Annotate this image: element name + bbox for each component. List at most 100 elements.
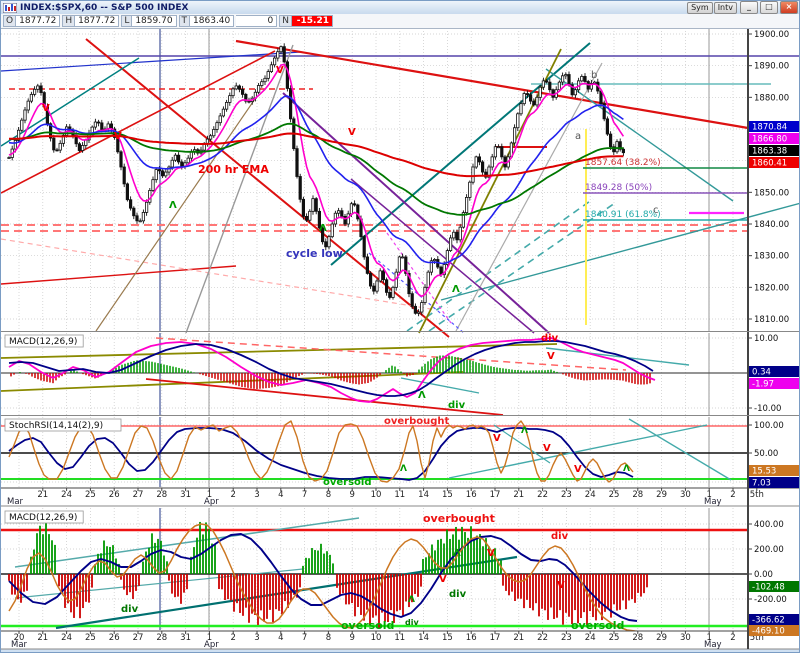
price-tag: 1863.38 [749,145,799,157]
quote-cell: T1863.40 [179,15,235,27]
annotation-text: V [543,443,551,454]
price-tag: 0.34 [749,366,799,378]
annotation-text: div [405,618,419,627]
y-axis-tick-label: 1850.00 [754,188,789,198]
annotation-text: oversold [571,619,624,632]
price-tag-value: 1863.38 [752,147,787,157]
x-axis-tick-label: 21 [513,633,524,643]
chart-canvas[interactable]: 1857.64 (38.2%) 1849.28 (50%) 1840.91 (61.… [1,1,800,653]
y-axis-tick-label: 50.00 [754,449,778,459]
x-axis-tick-label: 27 [133,490,144,500]
x-axis-tick-label: 8 [326,633,331,643]
x-axis-tick-label: 4 [278,490,283,500]
panel-label-text: MACD(12,26,9) [9,513,77,523]
x-axis-tick-label: 25 [609,633,620,643]
annotation-text: div [551,531,569,542]
price-tag: -102.48 [749,581,799,593]
price-tag-value: -366.62 [752,616,785,626]
indicator-panel-label: MACD(12,26,9) [5,335,83,347]
x-axis-tick-label: 28 [632,633,643,643]
y-axis-tick-label: 1880.00 [754,93,789,103]
quote-cell: N-15.21 [279,15,333,27]
x-axis-tick-label: 14 [418,633,429,643]
x-axis-tick-label: 28 [156,633,167,643]
price-tag: -469.10 [749,625,799,637]
quote-cell: H1877.72 [62,15,119,27]
y-axis-tick-label: -10.00 [754,404,781,414]
price-tag-value: 15.53 [752,467,776,477]
x-axis-tick-label: 24 [585,490,596,500]
x-axis-tick-label: 8 [326,490,331,500]
annotation-text: V [439,574,447,585]
x-axis-tick-label: 31 [180,490,191,500]
annotation-text: V [276,65,284,76]
x-axis-tick-label: 30 [680,633,691,643]
y-axis-tick-label: 1820.00 [754,283,789,293]
quote-field-label: O [3,15,16,27]
fib-level-label: 1849.28 (50%) [585,183,652,193]
price-tag: -366.62 [749,614,799,626]
x-axis-tick-label: 21 [37,633,48,643]
minimize-button[interactable]: _ [740,1,758,14]
panel-label-text: MACD(12,26,9) [9,337,77,347]
quote-field-label: N [279,15,292,27]
x-axis-tick-label: 29 [656,633,667,643]
x-axis-tick-label: 22 [537,633,548,643]
annotation-text: V [114,131,122,142]
interval-button[interactable]: Intv [714,2,737,14]
y-axis-tick-label: -200.00 [754,595,787,605]
annotation-text: div [121,604,139,615]
maximize-button[interactable]: □ [760,1,778,14]
x-axis-tick-label: 17 [490,633,501,643]
annotation-text: V [487,548,495,559]
annotation-text: a [575,131,581,142]
fib-level-label: 1840.91 (61.8%) [585,210,661,220]
x-axis-tick-label: 16 [466,490,477,500]
x-axis-month-label: May [704,640,722,650]
x-axis-tick-label: 28 [632,490,643,500]
x-axis-tick-label: 22 [537,490,548,500]
panel-label-text: StochRSI(14,14(2),9) [9,421,103,431]
annotation-text: V [42,103,50,114]
x-axis-tick-label: 11 [394,633,405,643]
y-axis-tick-label: 400.00 [754,520,784,530]
annotation-text: oversold [341,619,394,632]
price-tag-value: 7.03 [752,479,771,489]
annotation-text: V [348,127,356,138]
y-axis-tick-label: 1890.00 [754,62,789,72]
quote-field-label: L [121,15,132,27]
x-axis-tick-label: 10 [371,633,382,643]
annotation-text: Λ [418,390,426,401]
chart-window: 1857.64 (38.2%) 1849.28 (50%) 1840.91 (61.… [0,0,800,653]
price-tag: 15.53 [749,465,799,477]
quote-field-label: H [62,15,75,27]
annotation-text: Λ [408,595,415,605]
x-axis-tick-label: 21 [37,490,48,500]
window-bottom-strip [1,649,800,653]
price-tag-value: -102.48 [752,583,785,593]
x-axis-tick-label: 14 [418,490,429,500]
x-axis-tick-label: 10 [371,490,382,500]
y-axis-tick-label: 1830.00 [754,252,789,262]
quote-cell: 0 [236,15,277,27]
x-axis-month-label: Mar [7,497,24,507]
indicator-panel-label: StochRSI(14,14(2),9) [5,419,121,431]
x-axis-tick-label: 7 [302,490,307,500]
price-tag-value: 1870.84 [752,123,787,133]
quote-cell: L1859.70 [121,15,176,27]
close-button[interactable]: × [780,1,798,14]
fib-level-label: 1857.64 (38.2%) [585,158,661,168]
x-axis-tick-label: 29 [656,490,667,500]
annotation-text: c [653,205,659,216]
annotation-text: overbought [384,416,450,427]
x-axis-tick-label: 9 [349,490,354,500]
symbol-button[interactable]: Sym [687,2,713,14]
x-axis-tick-label: 25 [85,633,96,643]
price-tag: 1866.80 [749,133,799,145]
x-axis-month-label: Apr [204,497,219,507]
annotation-text: Λ [400,464,407,474]
price-tag-value: -469.10 [752,627,785,637]
annotation-text: Λ [453,548,461,559]
annotation-text: 200 hr EMA [198,163,269,176]
quote-field-label: T [179,15,191,27]
